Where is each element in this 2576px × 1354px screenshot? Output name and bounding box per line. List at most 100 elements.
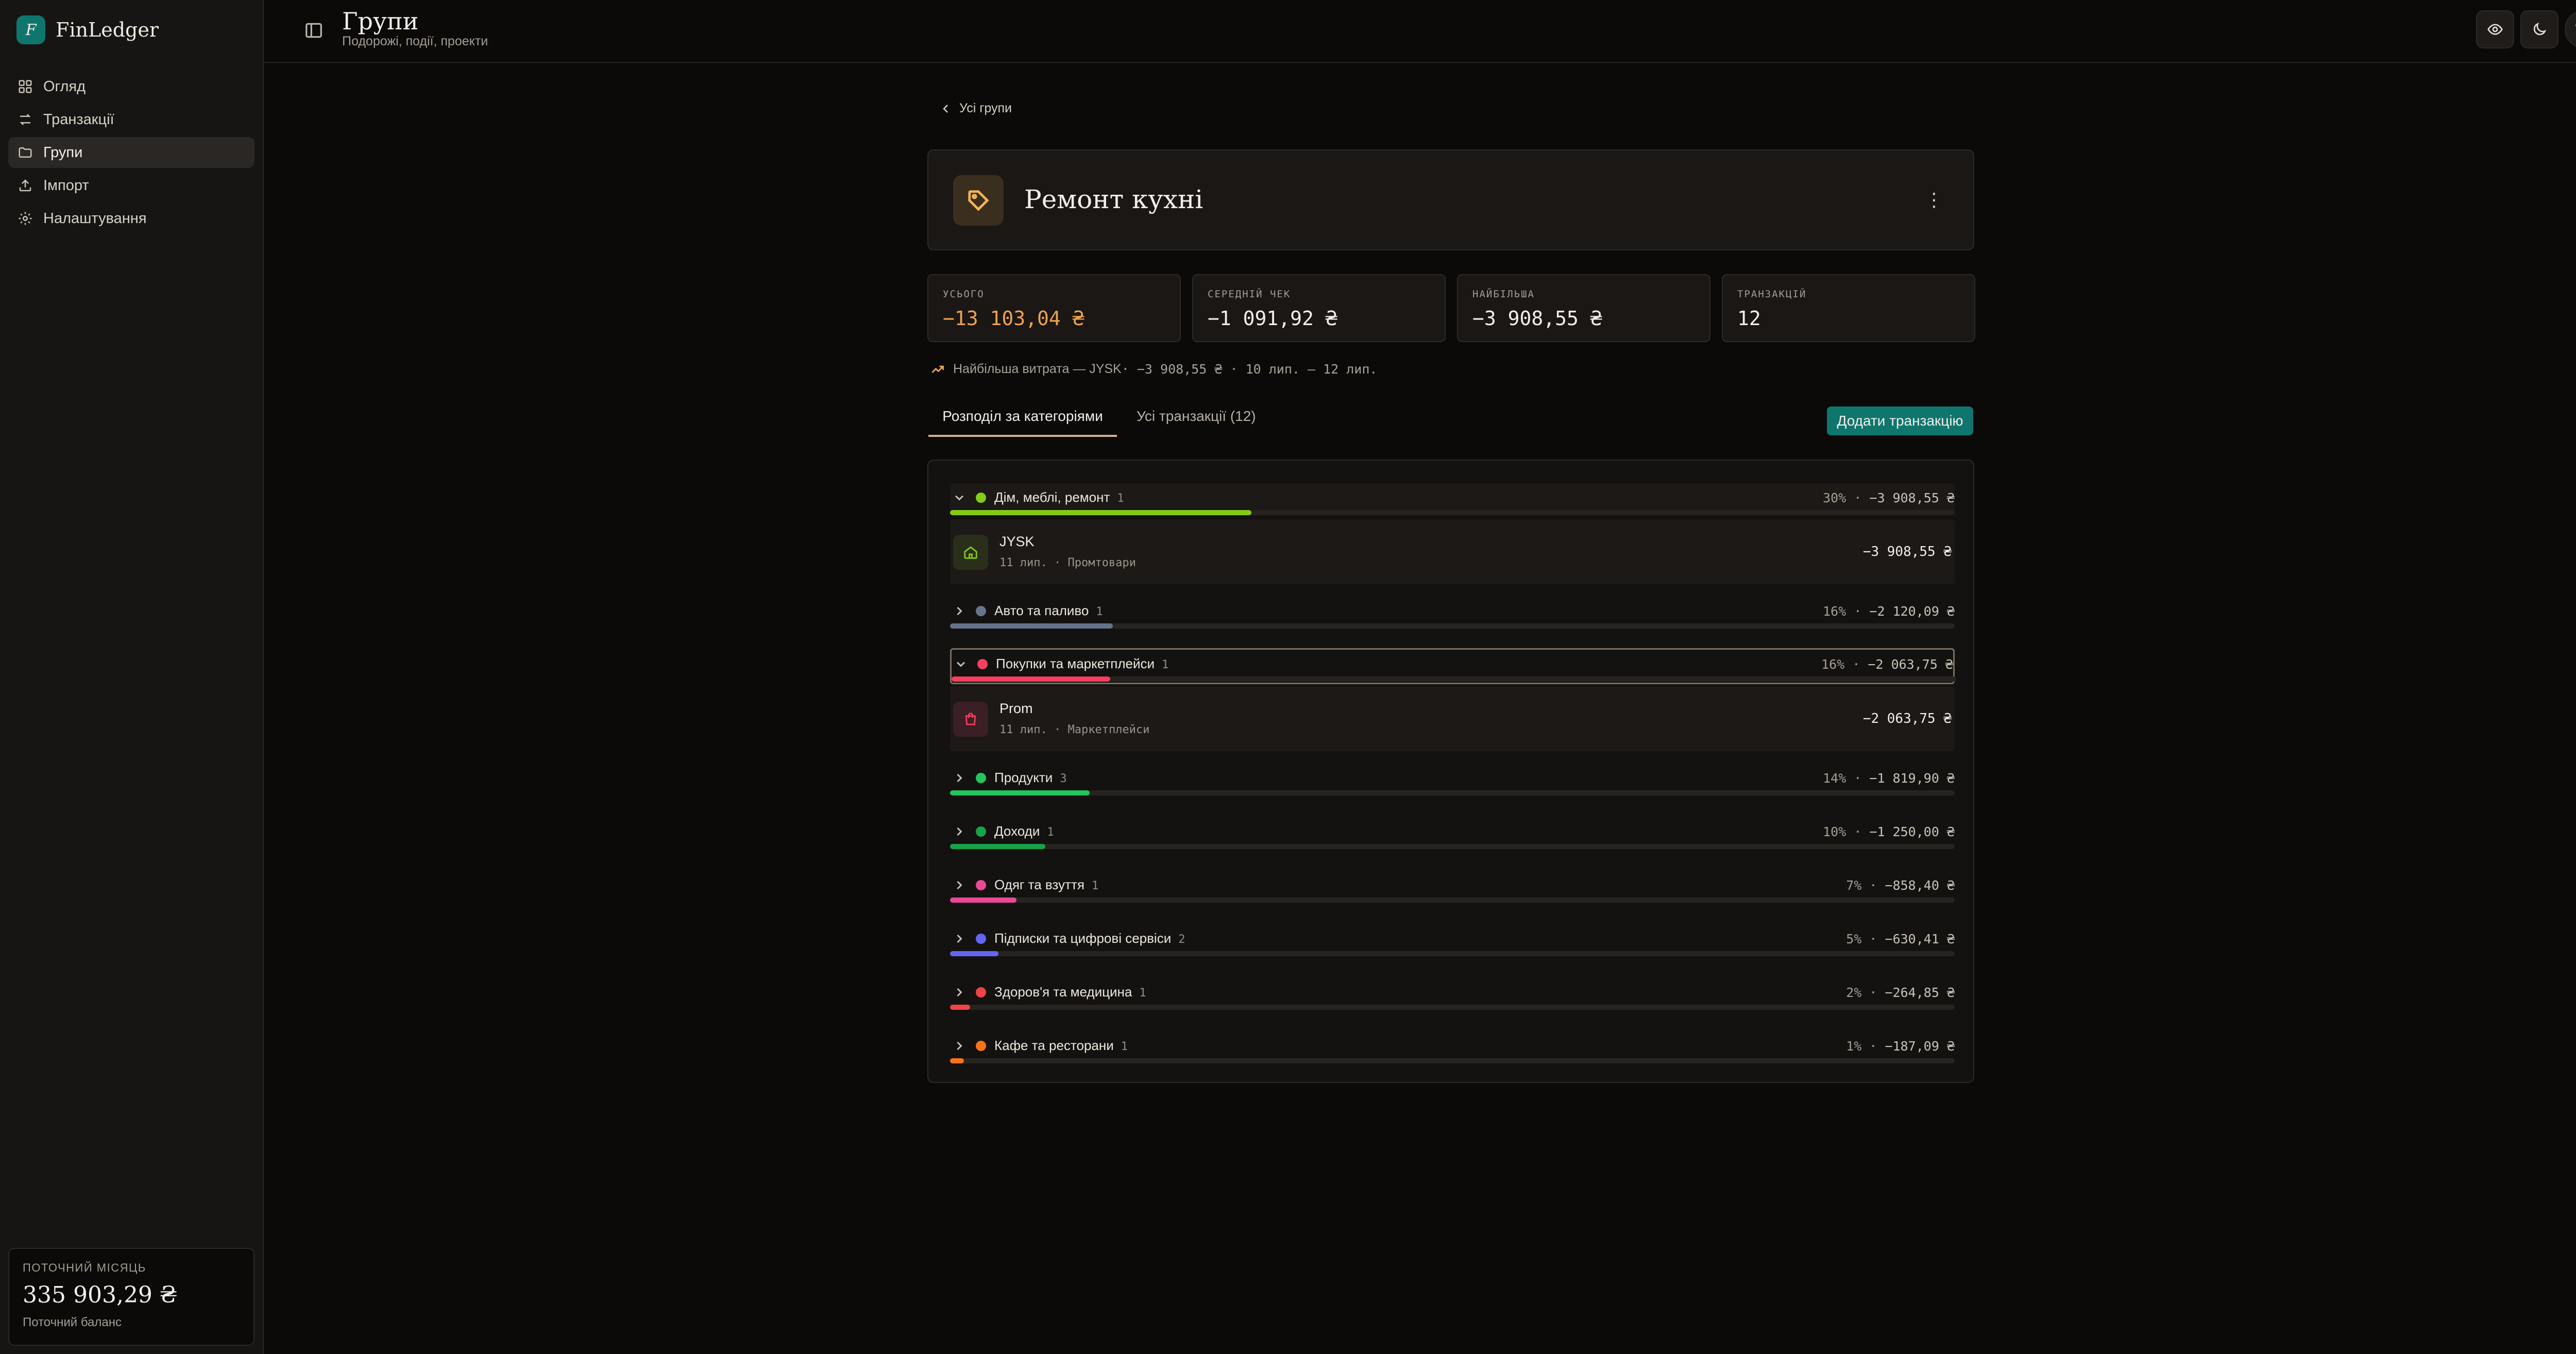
transaction-date: 11 лип.	[999, 556, 1047, 569]
category-share-bar	[950, 623, 1955, 629]
category-name-text: Покупки та маркетплейси	[996, 656, 1155, 671]
category-percent: 10%	[1823, 824, 1846, 839]
category-share-bar	[950, 790, 1955, 796]
transaction-category: Промтовари	[1067, 556, 1136, 569]
visibility-button[interactable]	[2476, 10, 2514, 48]
category-share-bar	[950, 844, 1955, 849]
tag-icon	[968, 190, 989, 211]
category-row[interactable]: Одяг та взуття 1 7% · −858,40 ₴	[950, 871, 1955, 903]
category-share-bar	[950, 510, 1955, 515]
category-row[interactable]: Кафе та ресторани 1 1% · −187,09 ₴	[950, 1031, 1955, 1063]
chevron-right-icon	[957, 827, 962, 836]
category-name: Кафе та ресторани 1	[994, 1038, 1128, 1054]
category-count: 1	[1096, 605, 1103, 618]
category-count: 1	[1117, 492, 1124, 505]
chevron-right-icon	[957, 606, 962, 616]
category-name: Підписки та цифрові сервіси 2	[994, 930, 1185, 946]
transaction-date: 11 лип.	[999, 723, 1047, 736]
category-color-dot	[977, 659, 988, 669]
insight-label: Найбільша витрата — JYSK	[953, 362, 1122, 376]
category-name: Продукти 3	[994, 770, 1067, 786]
category-color-dot	[976, 880, 986, 890]
avatar[interactable]: TK	[2565, 10, 2576, 48]
category-share-fill	[950, 844, 1046, 849]
category-row[interactable]: Покупки та маркетплейси 1 16% · −2 063,75…	[950, 648, 1956, 684]
category-share-fill	[950, 623, 1113, 629]
category-value: 30% · −3 908,55 ₴	[1823, 490, 1955, 505]
category-count: 2	[1178, 933, 1185, 946]
group-name: Ремонт кухні	[1024, 184, 1204, 214]
category-name-text: Здоров'я та медицина	[994, 984, 1132, 1000]
category-name-text: Авто та паливо	[994, 603, 1089, 618]
insight-details: · −3 908,55 ₴ · 10 лип. – 12 лип.	[1121, 362, 1378, 377]
category-count: 1	[1047, 826, 1054, 839]
category-color-dot	[976, 934, 986, 944]
stat-value: −1 091,92 ₴	[1208, 307, 1337, 330]
category-row[interactable]: Дім, меблі, ремонт 1 30% · −3 908,55 ₴	[950, 483, 1955, 515]
sidebar-item-settings[interactable]: Налаштування	[8, 203, 255, 234]
category-breakdown: Дім, меблі, ремонт 1 30% · −3 908,55 ₴ JY…	[927, 460, 1974, 1083]
balance-label: ПОТОЧНИЙ МІСЯЦЬ	[23, 1261, 146, 1274]
category-row[interactable]: Продукти 3 14% · −1 819,90 ₴	[950, 764, 1955, 796]
stat-value: −3 908,55 ₴	[1472, 307, 1602, 330]
balance-value: 335 903,29 ₴	[23, 1282, 178, 1308]
category-color-dot	[976, 826, 986, 837]
sidebar-item-import[interactable]: Імпорт	[8, 170, 255, 201]
transaction-row[interactable]: JYSK 11 лип. · Промтовари −3 908,55 ₴	[950, 519, 1955, 584]
stat-value: −13 103,04 ₴	[943, 307, 1084, 330]
category-row[interactable]: Доходи 1 10% · −1 250,00 ₴	[950, 817, 1955, 849]
category-name-text: Доходи	[994, 823, 1040, 839]
chevron-right-icon	[957, 988, 962, 997]
category-name-text: Продукти	[994, 770, 1053, 785]
stat-value: 12	[1737, 307, 1761, 330]
category-percent: 16%	[1823, 604, 1846, 619]
category-share-bar	[950, 898, 1955, 903]
category-percent: 1%	[1846, 1039, 1862, 1054]
category-name: Авто та паливо 1	[994, 603, 1103, 619]
transaction-row[interactable]: Prom 11 лип. · Маркетплейси −2 063,75 ₴	[950, 686, 1955, 751]
category-count: 3	[1060, 772, 1067, 785]
category-row[interactable]: Здоров'я та медицина 1 2% · −264,85 ₴	[950, 978, 1955, 1010]
sidebar-toggle-button[interactable]	[304, 21, 324, 40]
sidebar-item-label: Налаштування	[43, 210, 147, 227]
category-amount: −3 908,55 ₴	[1869, 490, 1955, 505]
more-options-button[interactable]: ⋮	[1924, 190, 1944, 210]
tab-all-transactions[interactable]: Усі транзакції (12)	[1137, 408, 1256, 435]
category-amount: −630,41 ₴	[1885, 932, 1955, 946]
shopping-bag-icon	[965, 713, 976, 725]
category-amount: −264,85 ₴	[1885, 985, 1955, 1000]
category-amount: −1 250,00 ₴	[1869, 824, 1955, 839]
category-value: 16% · −2 063,75 ₴	[1821, 657, 1953, 672]
home-icon	[964, 546, 977, 559]
theme-toggle-button[interactable]	[2520, 10, 2558, 48]
back-link-label: Усі групи	[959, 101, 1012, 115]
sidebar-item-overview[interactable]: Огляд	[8, 71, 255, 102]
transaction-name: Prom	[999, 701, 1033, 716]
category-name: Здоров'я та медицина 1	[994, 984, 1146, 1000]
category-share-fill	[950, 898, 1016, 903]
transaction-category: Маркетплейси	[1067, 723, 1150, 736]
sidebar-item-label: Огляд	[43, 78, 86, 95]
category-count: 1	[1091, 879, 1099, 892]
sidebar-item-groups[interactable]: Групи	[8, 137, 255, 168]
category-value: 14% · −1 819,90 ₴	[1823, 771, 1955, 786]
sidebar-item-label: Групи	[43, 144, 83, 161]
add-transaction-button[interactable]: Додати транзакцію	[1827, 407, 1973, 435]
balance-sub: Поточний баланс	[23, 1315, 122, 1329]
dashboard-icon	[19, 80, 32, 93]
category-name-text: Дім, меблі, ремонт	[994, 489, 1110, 505]
category-row[interactable]: Авто та паливо 1 16% · −2 120,09 ₴	[950, 597, 1955, 629]
back-link[interactable]: Усі групи	[940, 101, 1012, 116]
category-share-bar	[950, 1058, 1955, 1063]
folder-icon	[19, 147, 32, 158]
tab-categories[interactable]: Розподіл за категоріями	[928, 408, 1117, 437]
category-share-fill	[950, 1058, 964, 1063]
brand[interactable]: F FinLedger	[16, 15, 159, 44]
category-color-dot	[976, 493, 986, 503]
sidebar-item-transactions[interactable]: Транзакції	[8, 104, 255, 135]
category-row[interactable]: Підписки та цифрові сервіси 2 5% · −630,4…	[950, 924, 1955, 956]
category-value: 5% · −630,41 ₴	[1846, 932, 1955, 946]
gear-icon	[19, 212, 32, 225]
category-name: Покупки та маркетплейси 1	[996, 656, 1168, 672]
category-value: 2% · −264,85 ₴	[1846, 985, 1955, 1000]
